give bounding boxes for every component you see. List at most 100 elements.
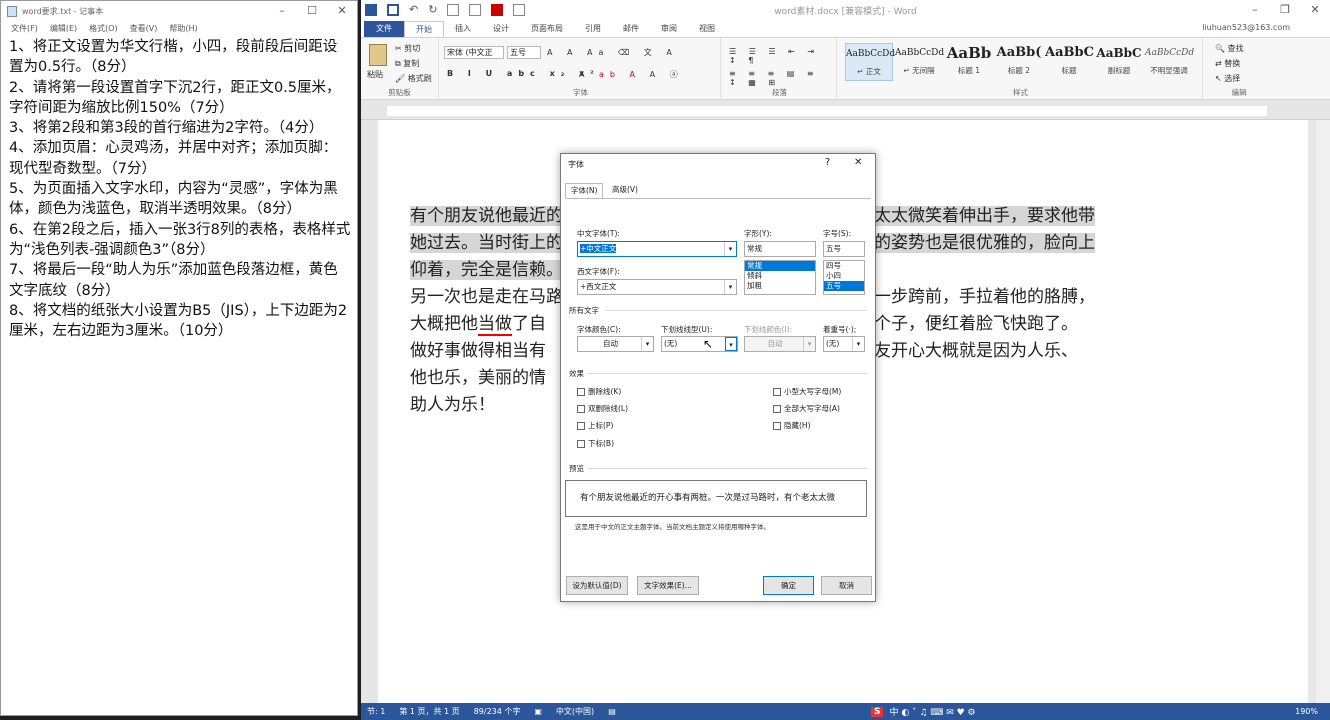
checkbox-label: 双删除线(L) xyxy=(588,404,629,413)
chevron-down-icon[interactable]: ▾ xyxy=(725,337,737,351)
style-subtitle[interactable]: AaBbC 副标题 xyxy=(1095,43,1143,81)
menu-view[interactable]: 查看(V) xyxy=(130,23,158,34)
tab-references[interactable]: 引用 xyxy=(574,21,612,37)
status-section[interactable]: 节: 1 xyxy=(367,706,385,717)
font-style-list[interactable]: 常规 倾斜 加粗 xyxy=(744,260,816,295)
vertical-ruler[interactable] xyxy=(361,120,377,703)
minimize-icon[interactable]: – xyxy=(1240,0,1270,20)
double-strikethrough-checkbox[interactable]: 双删除线(L) xyxy=(577,403,628,414)
strikethrough-checkbox[interactable]: 删除线(K) xyxy=(577,386,621,397)
list-item[interactable]: 倾斜 xyxy=(745,271,815,281)
checkbox-label: 小型大写字母(M) xyxy=(784,387,842,396)
maximize-icon[interactable]: ☐ xyxy=(297,1,327,21)
list-item[interactable]: 五号 xyxy=(824,281,864,291)
list-buttons[interactable]: ☰ ☰ ☰ ⇤ ⇥ ↕ ¶ xyxy=(729,47,836,65)
west-font-combo[interactable]: +西文正文 ▾ xyxy=(577,279,737,295)
menu-file[interactable]: 文件(F) xyxy=(11,23,38,34)
cn-font-combo[interactable]: +中文正文 ▾ xyxy=(577,241,737,257)
tab-home[interactable]: 开始 xyxy=(404,21,444,37)
paste-icon[interactable] xyxy=(369,44,387,66)
minimize-icon[interactable]: – xyxy=(267,1,297,21)
account-name[interactable]: liuhuan523@163.com xyxy=(1202,23,1290,32)
notepad-text-area[interactable]: 1、将正文设置为华文行楷，小四，段前段后间距设置为0.5行。（8分） 2、请将第… xyxy=(9,37,351,341)
close-icon[interactable]: ✕ xyxy=(1300,0,1330,20)
close-icon[interactable]: ✕ xyxy=(854,157,862,168)
menu-help[interactable]: 帮助(H) xyxy=(169,23,197,34)
requirement-line: 5、为页面插入文字水印，内容为“灵感”，字体为黑体，颜色为浅蓝色，取消半透明效果… xyxy=(9,181,338,218)
tab-review[interactable]: 审阅 xyxy=(650,21,688,37)
tab-layout[interactable]: 页面布局 xyxy=(520,21,574,37)
all-caps-checkbox[interactable]: 全部大写字母(A) xyxy=(773,403,840,414)
checkbox-label: 删除线(K) xyxy=(588,387,622,396)
chevron-down-icon[interactable]: ▾ xyxy=(852,337,864,351)
list-item[interactable]: 四号 xyxy=(824,261,864,271)
style-heading-2[interactable]: AaBb( 标题 2 xyxy=(995,43,1043,81)
font-style-input[interactable]: 常规 xyxy=(744,241,816,257)
list-item[interactable]: 加粗 xyxy=(745,281,815,291)
find-button[interactable]: 🔍 查找 xyxy=(1215,43,1244,54)
help-icon[interactable]: ? xyxy=(825,157,830,168)
replace-button[interactable]: ⇄ 替换 xyxy=(1215,58,1240,69)
chevron-down-icon[interactable]: ▾ xyxy=(803,337,815,351)
font-size-box[interactable]: 五号 xyxy=(507,46,541,59)
status-proof-icon[interactable]: ▣ xyxy=(534,707,542,716)
style-heading-1[interactable]: AaBb 标题 1 xyxy=(945,43,993,81)
menu-edit[interactable]: 编辑(E) xyxy=(50,23,77,34)
align-buttons[interactable]: ≡ ≡ ≡ ▤ ≡ ↕ ▦ ⊞ xyxy=(729,69,836,87)
restore-icon[interactable]: ❐ xyxy=(1270,0,1300,20)
chevron-down-icon[interactable]: ▾ xyxy=(724,280,736,294)
hidden-checkbox[interactable]: 隐藏(H) xyxy=(773,420,811,431)
underline-value: (无) xyxy=(664,339,678,348)
cancel-button[interactable]: 取消 xyxy=(821,576,872,595)
status-page[interactable]: 第 1 页，共 1 页 xyxy=(399,706,459,717)
ok-button[interactable]: 确定 xyxy=(763,576,814,595)
font-size-input[interactable]: 五号 xyxy=(823,241,865,257)
style-title[interactable]: AaBbC 标题 xyxy=(1045,43,1094,81)
font-color-combo[interactable]: 自动 ▾ xyxy=(577,336,654,352)
font-color-buttons[interactable]: A ab A A ⓐ xyxy=(579,69,684,80)
tab-insert[interactable]: 插入 xyxy=(444,21,482,37)
chevron-down-icon[interactable]: ▾ xyxy=(724,242,736,256)
copy-button[interactable]: ⧉ 复制 xyxy=(395,58,419,69)
underline-color-combo[interactable]: 自动 ▾ xyxy=(744,336,816,352)
emphasis-combo[interactable]: (无) ▾ xyxy=(823,336,865,352)
list-item[interactable]: 小四 xyxy=(824,271,864,281)
style-subtle-emphasis[interactable]: AaBbCcDd 不明显强调 xyxy=(1145,43,1194,81)
style-no-spacing[interactable]: AaBbCcDd ↵ 无间隔 xyxy=(895,43,944,81)
cut-button[interactable]: ✂ 剪切 xyxy=(395,43,420,54)
close-icon[interactable]: ✕ xyxy=(327,1,357,21)
format-painter-button[interactable]: 🖌 格式刷 xyxy=(395,73,432,84)
tab-font[interactable]: 字体(N) xyxy=(565,183,604,198)
font-format-buttons[interactable]: B I U abc x₂ x² xyxy=(447,69,600,78)
chevron-down-icon[interactable]: ▾ xyxy=(641,337,653,351)
status-macro-icon[interactable]: ▤ xyxy=(608,707,616,716)
status-lang[interactable]: 中文(中国) xyxy=(556,706,594,717)
sogou-icon[interactable]: S xyxy=(871,706,884,717)
tab-view[interactable]: 视图 xyxy=(688,21,726,37)
effects-heading: 效果 xyxy=(569,369,584,378)
tab-advanced[interactable]: 高级(V) xyxy=(607,183,643,198)
style-normal[interactable]: AaBbCcDd ↵ 正文 xyxy=(845,43,895,81)
text-effects-button[interactable]: 文字效果(E)... xyxy=(637,576,699,595)
vertical-scrollbar[interactable] xyxy=(1316,120,1330,703)
menu-format[interactable]: 格式(O) xyxy=(89,23,118,34)
status-words[interactable]: 89/234 个字 xyxy=(474,706,521,717)
font-name-box[interactable]: 宋体 (中文正 xyxy=(444,46,504,59)
status-zoom[interactable]: 190% xyxy=(1295,707,1318,716)
paste-button[interactable]: 粘贴 xyxy=(367,69,383,80)
ime-icons[interactable]: 中 ◐ ˇ ♫ ⌨ ✉ ♥ ⚙ xyxy=(889,705,975,718)
font-size-list[interactable]: 四号 小四 五号 xyxy=(823,260,865,295)
select-button[interactable]: ↖ 选择 xyxy=(1215,73,1240,84)
small-caps-checkbox[interactable]: 小型大写字母(M) xyxy=(773,386,841,397)
tab-design[interactable]: 设计 xyxy=(482,21,520,37)
set-default-button[interactable]: 设为默认值(D) xyxy=(566,576,628,595)
cut-label: 剪切 xyxy=(404,44,421,53)
horizontal-ruler[interactable] xyxy=(361,100,1330,120)
tab-mailings[interactable]: 邮件 xyxy=(612,21,650,37)
subscript-checkbox[interactable]: 下标(B) xyxy=(577,438,614,449)
list-item[interactable]: 常规 xyxy=(745,261,815,271)
superscript-checkbox[interactable]: 上标(P) xyxy=(577,420,613,431)
underline-combo[interactable]: (无) ▾ xyxy=(661,336,738,352)
font-size-buttons[interactable]: A A Aa ⌫ 文 A xyxy=(547,47,678,58)
tab-file[interactable]: 文件 xyxy=(364,21,404,37)
